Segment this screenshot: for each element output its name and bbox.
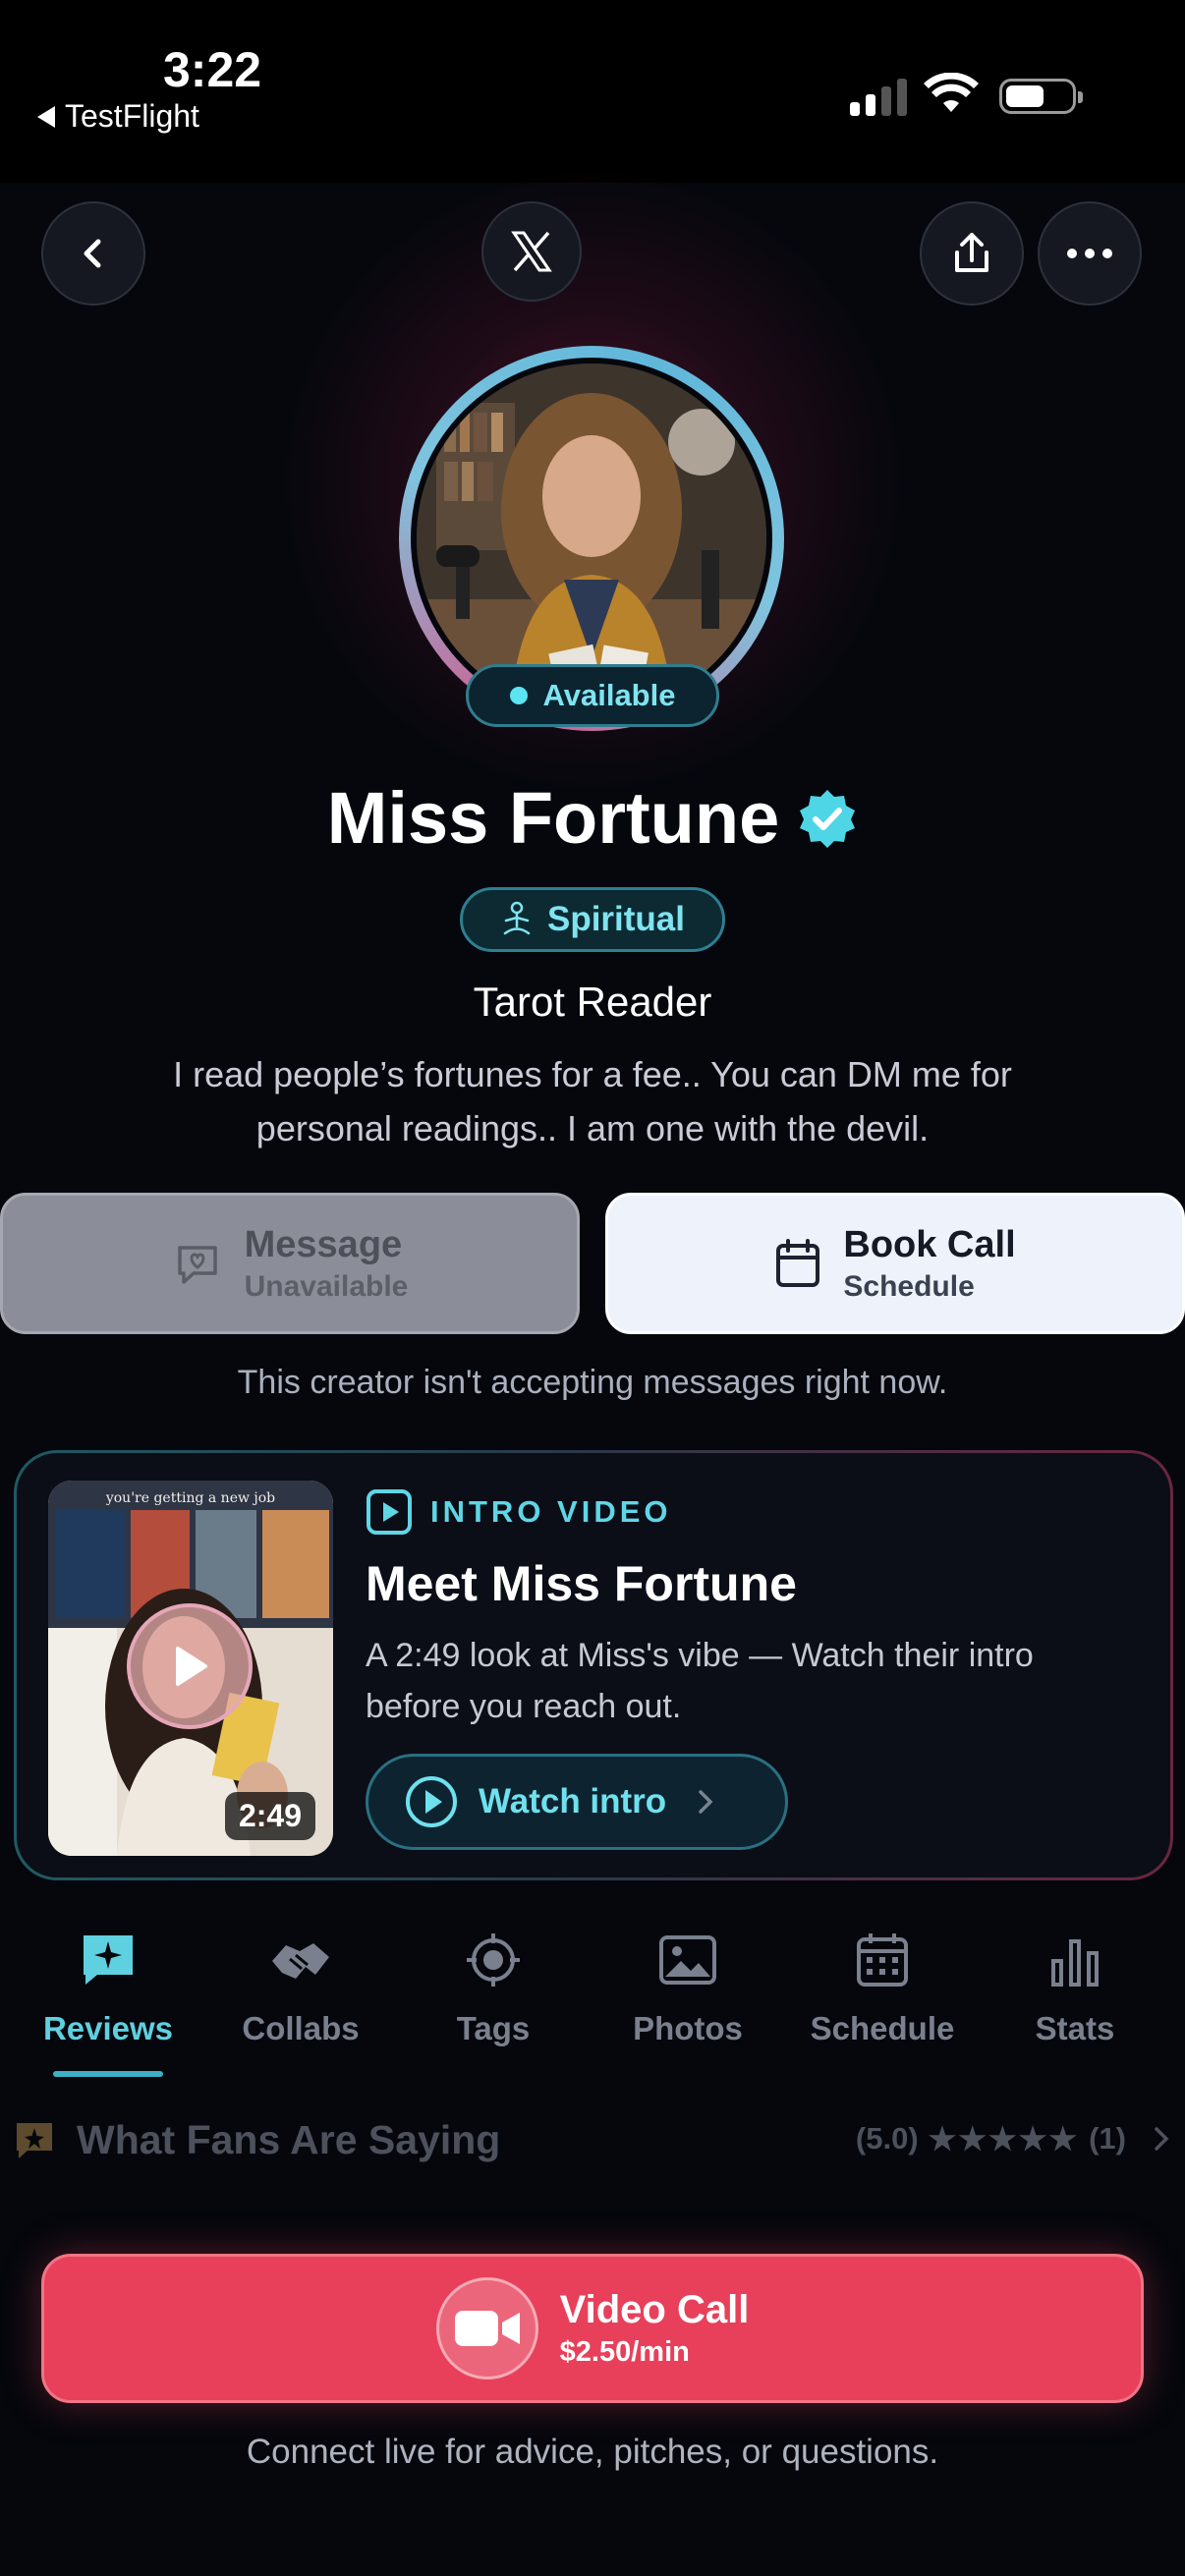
category-label: Spiritual: [546, 900, 686, 938]
target-icon: [467, 1933, 520, 1987]
cellular-signal-icon: [850, 77, 907, 116]
play-icon: [176, 1647, 207, 1686]
tab-label: Photos: [633, 2010, 743, 2046]
intro-desc-line: A 2:49 look at Miss's vibe — Watch their…: [366, 1637, 1034, 1674]
profile-bio: I read people’s fortunes for a fee.. You…: [88, 1047, 1097, 1155]
intro-description: A 2:49 look at Miss's vibe — Watch their…: [366, 1630, 1142, 1732]
intro-desc-line: before you reach out.: [366, 1688, 682, 1725]
video-call-price: $2.50/min: [559, 2336, 690, 2368]
profile-name: Miss Fortune: [326, 777, 780, 859]
tab-label: Schedule: [810, 2010, 955, 2046]
meditation-icon: [503, 901, 531, 935]
messaging-notice: This creator isn't accepting messages ri…: [237, 1364, 948, 1401]
video-call-caption: Connect live for advice, pitches, or que…: [246, 2433, 939, 2471]
availability-label: Available: [542, 678, 676, 712]
calendar-icon: [776, 1239, 820, 1287]
message-title: Message: [244, 1223, 403, 1265]
tab-stats[interactable]: Stats: [987, 1932, 1163, 2047]
reviews-summary[interactable]: What Fans Are Saying (5.0) ★★★★★ (1): [14, 2112, 1173, 2167]
profile-name-row: Miss Fortune: [0, 776, 1185, 860]
share-icon: [955, 233, 988, 272]
video-duration: 2:49: [224, 1792, 315, 1840]
rating-summary: (5.0) ★★★★★ (1): [856, 2120, 1173, 2157]
sparkle-chat-icon: [84, 1935, 133, 1985]
tab-label: Collabs: [242, 2010, 360, 2046]
bar-chart-icon: [1051, 1939, 1099, 1987]
review-count: (1): [1089, 2121, 1126, 2156]
category-badge[interactable]: Spiritual: [460, 887, 725, 952]
watch-intro-label: Watch intro: [479, 1782, 667, 1820]
book-call-subtitle: Schedule: [843, 1269, 975, 1303]
video-icon-badge: [435, 2277, 538, 2380]
message-button[interactable]: Message Unavailable: [0, 1193, 580, 1334]
profile-tabs: Reviews Collabs Tags Photos Schedule Sta…: [0, 1932, 1185, 2079]
chevron-right-icon: [1155, 2127, 1169, 2151]
video-camera-icon: [454, 2311, 520, 2346]
more-options-button[interactable]: [1038, 201, 1142, 306]
tab-label: Tags: [456, 2010, 531, 2046]
tab-tags[interactable]: Tags: [405, 1932, 582, 2047]
avatar[interactable]: [417, 364, 766, 713]
tab-label: Stats: [1035, 2010, 1115, 2046]
photos-icon: [659, 1935, 716, 1985]
calendar-grid-icon: [857, 1933, 908, 1987]
wifi-icon: [924, 72, 979, 121]
status-dot-icon: [509, 687, 528, 704]
profile-role: Tarot Reader: [473, 979, 712, 1025]
intro-title: Meet Miss Fortune: [366, 1556, 797, 1611]
book-call-button[interactable]: Book Call Schedule: [605, 1193, 1185, 1334]
status-time: 3:22: [163, 42, 262, 97]
verified-badge-icon: [800, 789, 856, 848]
rating-value: (5.0): [855, 2121, 919, 2156]
tab-reviews[interactable]: Reviews: [20, 1932, 197, 2047]
tab-collabs[interactable]: Collabs: [212, 1932, 389, 2047]
tab-schedule[interactable]: Schedule: [794, 1932, 971, 2047]
play-button[interactable]: [127, 1603, 253, 1729]
svg-text:you're getting a new job: you're getting a new job: [105, 1490, 275, 1506]
back-app-label: TestFlight: [65, 98, 199, 134]
more-dots-icon: [1067, 249, 1112, 258]
intro-label: INTRO VIDEO: [366, 1488, 672, 1536]
rating-stars: ★★★★★: [928, 2121, 1080, 2156]
watch-intro-button[interactable]: Watch intro: [366, 1754, 788, 1850]
chevron-left-icon: [84, 239, 101, 268]
handshake-icon: [272, 1943, 329, 1979]
bio-line: personal readings.. I am one with the de…: [255, 1108, 930, 1148]
back-button[interactable]: [41, 201, 145, 306]
back-triangle-icon: [37, 105, 55, 128]
message-heart-icon: [177, 1246, 217, 1284]
tab-photos[interactable]: Photos: [599, 1932, 776, 2047]
avatar-illustration: [417, 364, 766, 713]
play-circle-icon: [406, 1776, 457, 1827]
play-square-icon: [367, 1489, 412, 1535]
chevron-right-icon: [699, 1790, 713, 1814]
intro-label-text: INTRO VIDEO: [430, 1494, 672, 1529]
availability-badge: Available: [466, 664, 719, 727]
bio-line: I read people’s fortunes for a fee.. You…: [173, 1054, 1012, 1094]
book-call-title: Book Call: [843, 1223, 1016, 1265]
x-profile-button[interactable]: [481, 201, 582, 302]
battery-icon: [999, 79, 1083, 114]
share-button[interactable]: [920, 201, 1024, 306]
video-call-title: Video Call: [559, 2288, 750, 2331]
active-tab-indicator: [53, 2071, 163, 2077]
message-subtitle: Unavailable: [244, 1269, 409, 1303]
reviews-title: What Fans Are Saying: [77, 2116, 501, 2162]
intro-video-thumbnail[interactable]: you're getting a new job 2:49: [48, 1481, 333, 1856]
video-call-button[interactable]: Video Call $2.50/min: [41, 2254, 1144, 2403]
x-logo-icon: [511, 231, 552, 272]
review-star-icon: [17, 2123, 52, 2158]
intro-video-card[interactable]: you're getting a new job 2:49 INTRO VIDE…: [14, 1450, 1173, 1880]
back-to-app-link[interactable]: TestFlight: [37, 98, 199, 135]
tab-label: Reviews: [42, 2010, 174, 2046]
